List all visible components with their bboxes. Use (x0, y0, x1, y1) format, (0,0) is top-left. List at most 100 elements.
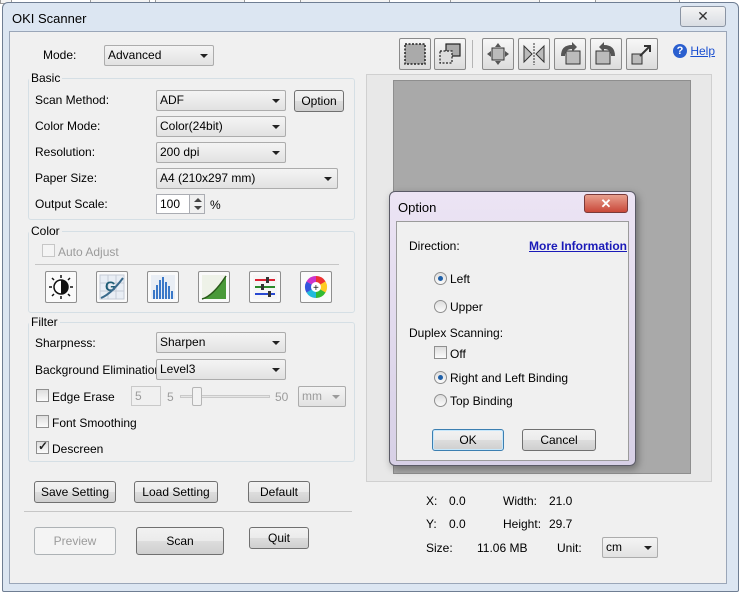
load-setting-button[interactable]: Load Setting (134, 481, 218, 503)
size-value: 11.06 MB (477, 541, 528, 555)
more-information-link[interactable]: More Information (529, 239, 627, 253)
font-smoothing-checkbox[interactable] (36, 415, 49, 428)
auto-adjust-label: Auto Adjust (58, 245, 119, 259)
gamma-button[interactable]: G (96, 271, 128, 303)
x-label: X: (426, 494, 438, 508)
output-scale-spinner[interactable] (189, 194, 205, 214)
spin-up-icon[interactable] (194, 198, 202, 202)
edge-erase-min: 5 (167, 390, 174, 404)
y-label: Y: (426, 517, 437, 531)
ok-button[interactable]: OK (432, 429, 504, 451)
chevron-down-icon (332, 395, 340, 399)
select-area-button[interactable] (399, 38, 431, 70)
hue-saturation-icon: + (305, 276, 327, 298)
hue-saturation-button[interactable]: + (300, 271, 332, 303)
brightness-contrast-icon (49, 275, 73, 299)
brightness-contrast-button[interactable] (45, 271, 77, 303)
preview-button[interactable]: Preview (34, 527, 116, 555)
unit-select[interactable]: cm (602, 537, 658, 558)
descreen-checkbox[interactable] (36, 439, 49, 454)
edge-erase-unit-select[interactable]: mm (298, 386, 346, 407)
resolution-value: 200 dpi (160, 145, 200, 159)
option-dialog-close-button[interactable]: ✕ (584, 194, 628, 213)
auto-crop-button[interactable] (434, 38, 466, 70)
background-elimination-value: Level3 (160, 362, 196, 376)
chevron-down-icon (272, 151, 280, 155)
gamma-icon: G (99, 274, 125, 300)
x-value: 0.0 (449, 494, 466, 508)
cancel-button[interactable]: Cancel (522, 429, 596, 451)
sharpness-value: Sharpen (160, 335, 206, 349)
resolution-label: Resolution: (35, 145, 96, 159)
output-scale-label: Output Scale: (35, 197, 108, 211)
right-left-binding-radio[interactable] (434, 371, 447, 384)
color-divider (35, 264, 339, 265)
tone-curve-button[interactable] (198, 271, 230, 303)
action-divider (24, 511, 352, 512)
chevron-down-icon (272, 368, 280, 372)
edge-erase-slider-thumb[interactable] (192, 387, 202, 406)
sharpness-label: Sharpness: (35, 336, 96, 350)
histogram-button[interactable] (147, 271, 179, 303)
chevron-down-icon (200, 54, 208, 58)
window-close-button[interactable]: ✕ (680, 6, 726, 27)
rotate-left-button[interactable] (554, 38, 586, 70)
mode-select[interactable]: Advanced (104, 45, 214, 66)
y-value: 0.0 (449, 517, 466, 531)
auto-adjust-checkbox[interactable] (42, 244, 55, 257)
height-value: 29.7 (549, 517, 573, 531)
direction-left-radio[interactable] (434, 272, 447, 285)
output-scale-input[interactable]: 100 (156, 194, 190, 214)
resolution-select[interactable]: 200 dpi (156, 142, 286, 163)
quit-button[interactable]: Quit (249, 527, 309, 549)
paper-size-value: A4 (210x297 mm) (160, 171, 256, 185)
paper-size-label: Paper Size: (35, 171, 98, 185)
basic-group-title: Basic (29, 71, 63, 85)
height-label: Height: (503, 517, 542, 531)
paper-size-select[interactable]: A4 (210x297 mm) (156, 168, 338, 189)
default-button[interactable]: Default (248, 481, 310, 503)
rotate-right-button[interactable] (590, 38, 622, 70)
scan-method-label: Scan Method: (35, 93, 110, 107)
background-elimination-select[interactable]: Level3 (156, 359, 286, 380)
sharpness-select[interactable]: Sharpen (156, 332, 286, 353)
background-elimination-label: Background Elimination: (35, 363, 165, 377)
color-balance-button[interactable] (249, 271, 281, 303)
mode-label: Mode: (43, 48, 77, 62)
filter-group-title: Filter (29, 315, 60, 329)
help-link[interactable]: ? Help (673, 43, 715, 58)
duplex-off-label: Off (450, 347, 466, 361)
flip-horizontal-button[interactable] (518, 38, 550, 70)
unit-label: Unit: (557, 541, 582, 555)
chevron-down-icon (272, 125, 280, 129)
zoom-button[interactable] (626, 38, 658, 70)
chevron-down-icon (644, 546, 652, 550)
color-balance-icon (253, 275, 277, 299)
edge-erase-checkbox[interactable] (36, 389, 49, 402)
fit-page-icon (487, 43, 509, 65)
direction-upper-radio[interactable] (434, 300, 447, 313)
direction-upper-label: Upper (450, 300, 483, 314)
color-mode-select[interactable]: Color(24bit) (156, 116, 286, 137)
save-setting-button[interactable]: Save Setting (34, 481, 116, 503)
scan-method-select[interactable]: ADF (156, 90, 286, 111)
descreen-label: Descreen (52, 442, 104, 456)
edge-erase-input[interactable]: 5 (131, 386, 161, 406)
title-bar[interactable]: OKI Scanner ✕ (3, 3, 738, 33)
output-scale-unit: % (210, 198, 221, 212)
help-link-label: Help (690, 43, 716, 58)
spin-down-icon[interactable] (194, 206, 202, 210)
scan-button[interactable]: Scan (136, 527, 224, 555)
toolbar-separator (472, 40, 473, 68)
window-title: OKI Scanner (12, 11, 87, 26)
tone-curve-icon (201, 275, 227, 300)
right-left-binding-label: Right and Left Binding (450, 371, 569, 385)
help-icon: ? (673, 43, 687, 58)
duplex-off-checkbox[interactable] (434, 346, 447, 359)
chevron-down-icon (272, 341, 280, 345)
fit-page-button[interactable] (482, 38, 514, 70)
edge-erase-max: 50 (275, 390, 289, 404)
option-button[interactable]: Option (294, 90, 344, 112)
auto-crop-icon (439, 43, 461, 64)
top-binding-radio[interactable] (434, 394, 447, 407)
